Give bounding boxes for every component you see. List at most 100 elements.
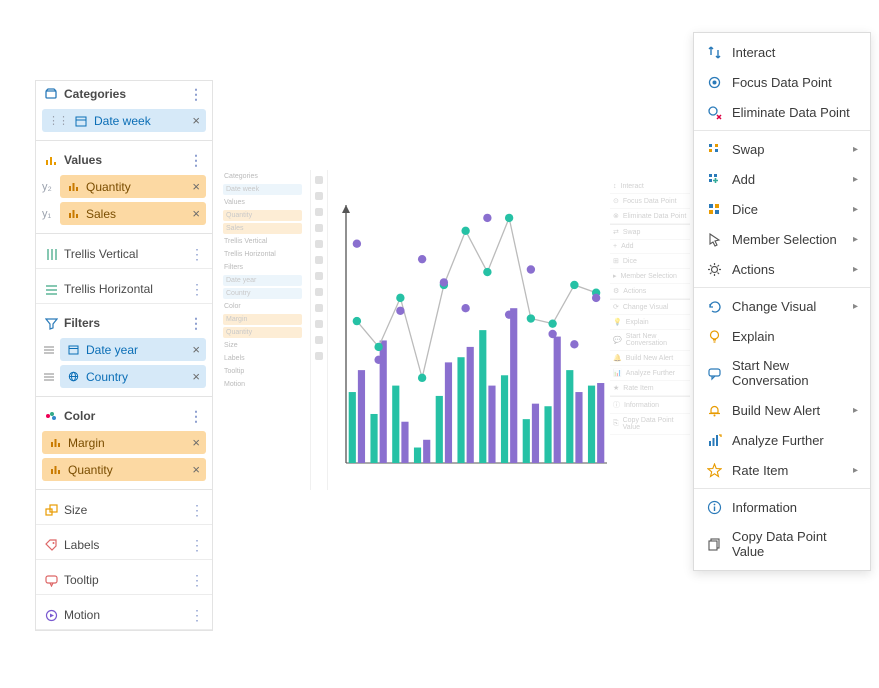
ctx-analyze-further[interactable]: Analyze Further xyxy=(694,425,870,455)
ctx-rate-item[interactable]: Rate Item ▸ xyxy=(694,455,870,485)
y2-prefix: y₂ xyxy=(42,181,56,193)
analyze-icon xyxy=(706,432,722,448)
ctx-label: Member Selection xyxy=(732,232,837,247)
section-labels[interactable]: Labels ⋮ xyxy=(36,531,212,560)
remove-icon[interactable]: × xyxy=(192,342,200,357)
pill-label: Quantity xyxy=(86,180,131,194)
ctx-label: Change Visual xyxy=(732,299,816,314)
filters-header[interactable]: Filters ⋮ xyxy=(36,310,212,336)
context-menu: Interact Focus Data Point Eliminate Data… xyxy=(693,32,871,571)
pill-date-week[interactable]: ⋮⋮ Date week × xyxy=(42,109,206,132)
ctx-start-conversation[interactable]: Start New Conversation xyxy=(694,351,870,395)
section-size[interactable]: Size ⋮ xyxy=(36,496,212,525)
categories-icon xyxy=(44,87,58,101)
section-tooltip[interactable]: Tooltip ⋮ xyxy=(36,566,212,595)
remove-icon[interactable]: × xyxy=(192,435,200,450)
menu-icon[interactable]: ⋮ xyxy=(190,541,204,549)
remove-icon[interactable]: × xyxy=(192,113,200,128)
remove-icon[interactable]: × xyxy=(192,206,200,221)
pill-label: Sales xyxy=(86,207,116,221)
pill-margin[interactable]: Margin × xyxy=(42,431,206,454)
section-categories: Categories ⋮ ⋮⋮ Date week × xyxy=(36,81,212,141)
combo-chart[interactable] xyxy=(328,193,613,473)
copy-icon xyxy=(706,536,722,552)
pill-sales[interactable]: Sales × xyxy=(60,202,206,225)
bars-icon xyxy=(48,436,62,450)
ctx-swap[interactable]: Swap ▸ xyxy=(694,134,870,164)
ctx-build-alert[interactable]: Build New Alert ▸ xyxy=(694,395,870,425)
bars-icon xyxy=(48,463,62,477)
value-row-sales: y₁ Sales × xyxy=(42,202,206,225)
remove-icon[interactable]: × xyxy=(192,179,200,194)
ctx-explain[interactable]: Explain xyxy=(694,321,870,351)
ctx-label: Copy Data Point Value xyxy=(732,529,858,559)
ctx-label: Rate Item xyxy=(732,463,788,478)
ctx-eliminate[interactable]: Eliminate Data Point xyxy=(694,97,870,127)
ctx-interact[interactable]: Interact xyxy=(694,37,870,67)
focus-icon xyxy=(706,74,722,90)
submenu-arrow-icon: ▸ xyxy=(853,264,858,275)
menu-icon[interactable]: ⋮ xyxy=(190,611,204,619)
pill-quantity-color[interactable]: Quantity × xyxy=(42,458,206,481)
menu-icon[interactable]: ⋮ xyxy=(190,285,204,293)
section-trellis-vertical[interactable]: Trellis Vertical ⋮ xyxy=(36,240,212,269)
color-header[interactable]: Color ⋮ xyxy=(36,403,212,429)
section-trellis-horizontal[interactable]: Trellis Horizontal ⋮ xyxy=(36,275,212,304)
ctx-actions[interactable]: Actions ▸ xyxy=(694,254,870,284)
filter-row-date-year: Date year × xyxy=(42,338,206,361)
tooltip-title: Tooltip xyxy=(64,573,99,587)
ctx-information[interactable]: Information xyxy=(694,492,870,522)
ctx-label: Information xyxy=(732,500,797,515)
labels-title: Labels xyxy=(64,538,99,552)
menu-icon[interactable]: ⋮ xyxy=(190,250,204,258)
submenu-arrow-icon: ▸ xyxy=(853,465,858,476)
ctx-add[interactable]: Add ▸ xyxy=(694,164,870,194)
ctx-label: Actions xyxy=(732,262,775,277)
categories-menu-icon[interactable]: ⋮ xyxy=(189,90,204,98)
ctx-member[interactable]: Member Selection ▸ xyxy=(694,224,870,254)
pill-country[interactable]: Country × xyxy=(60,365,206,388)
ctx-focus[interactable]: Focus Data Point xyxy=(694,67,870,97)
menu-icon[interactable]: ⋮ xyxy=(189,412,204,420)
dice-icon xyxy=(706,201,722,217)
values-menu-icon[interactable]: ⋮ xyxy=(189,156,204,164)
ctx-label: Build New Alert xyxy=(732,403,820,418)
submenu-arrow-icon: ▸ xyxy=(853,234,858,245)
values-header[interactable]: Values ⋮ xyxy=(36,147,212,173)
cursor-icon xyxy=(706,231,722,247)
submenu-arrow-icon: ▸ xyxy=(853,301,858,312)
separator xyxy=(694,488,870,489)
submenu-arrow-icon: ▸ xyxy=(853,174,858,185)
section-motion[interactable]: Motion ⋮ xyxy=(36,601,212,630)
pill-label: Date week xyxy=(94,114,151,128)
categories-header[interactable]: Categories ⋮ xyxy=(36,81,212,107)
gear-icon xyxy=(706,261,722,277)
chart-svg xyxy=(328,193,613,473)
section-values: Values ⋮ y₂ Quantity × y₁ xyxy=(36,147,212,234)
pill-date-year[interactable]: Date year × xyxy=(60,338,206,361)
remove-icon[interactable]: × xyxy=(192,369,200,384)
remove-icon[interactable]: × xyxy=(192,462,200,477)
list-icon xyxy=(42,370,56,384)
menu-icon[interactable]: ⋮ xyxy=(189,319,204,327)
calendar-icon xyxy=(66,343,80,357)
tag-icon xyxy=(44,538,58,552)
chat-icon xyxy=(706,365,722,381)
ctx-label: Swap xyxy=(732,142,765,157)
list-icon xyxy=(42,343,56,357)
pill-label: Quantity xyxy=(68,463,113,477)
menu-icon[interactable]: ⋮ xyxy=(190,576,204,584)
ctx-label: Analyze Further xyxy=(732,433,824,448)
palette-icon xyxy=(44,409,58,423)
menu-icon[interactable]: ⋮ xyxy=(190,506,204,514)
ctx-change-visual[interactable]: Change Visual ▸ xyxy=(694,291,870,321)
ctx-dice[interactable]: Dice ▸ xyxy=(694,194,870,224)
pill-quantity[interactable]: Quantity × xyxy=(60,175,206,198)
ctx-copy-data-point[interactable]: Copy Data Point Value xyxy=(694,522,870,566)
filter-row-country: Country × xyxy=(42,365,206,388)
calendar-icon xyxy=(74,114,88,128)
bulb-icon xyxy=(706,328,722,344)
section-filters: Filters ⋮ Date year × xyxy=(36,310,212,397)
submenu-arrow-icon: ▸ xyxy=(853,144,858,155)
pill-label: Margin xyxy=(68,436,105,450)
